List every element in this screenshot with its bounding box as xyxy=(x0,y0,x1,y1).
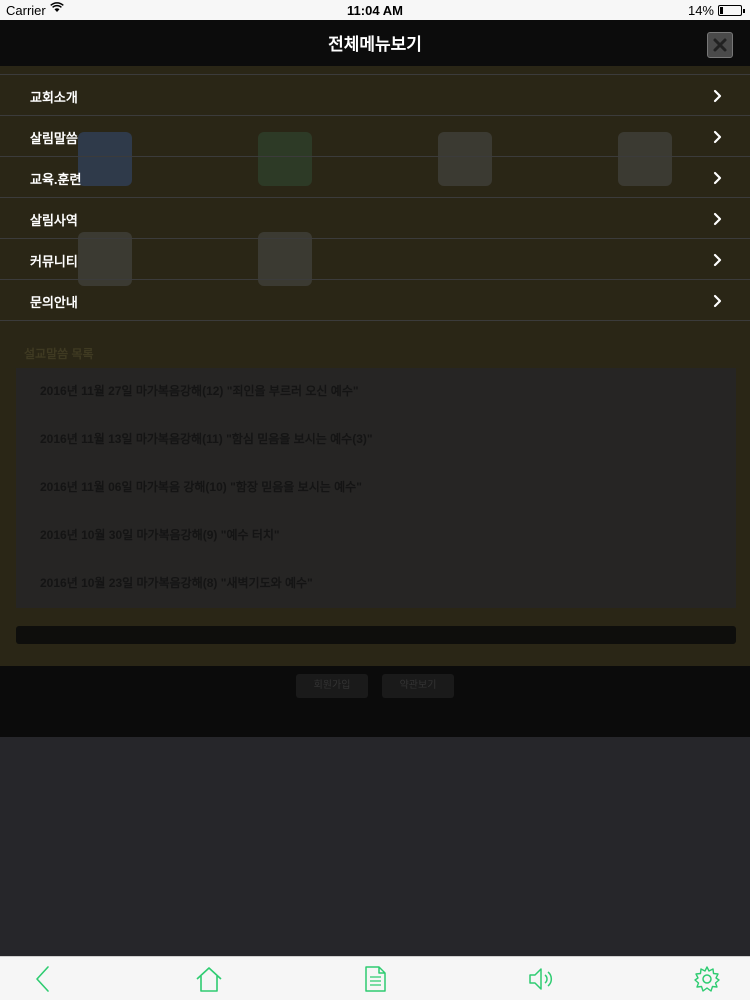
document-icon xyxy=(365,966,386,992)
back-button[interactable] xyxy=(28,964,58,994)
close-button[interactable] xyxy=(707,32,733,58)
battery-icon xyxy=(718,5,745,16)
chevron-right-icon xyxy=(713,130,722,144)
menu-item-church-intro[interactable]: 교회소개 xyxy=(0,75,750,116)
sermon-item: 2016년 10월 30일 마가복음강해(9) "예수 터치" xyxy=(40,528,280,542)
speaker-icon xyxy=(529,968,553,990)
main-menu: 교회소개 살림말씀 교육.훈련 살림사역 커뮤니티 문의안내 xyxy=(0,74,750,321)
sermon-item: 2016년 11월 13일 마가복음강해(11) "함심 믿음을 보시는 예수(… xyxy=(40,432,373,446)
chevron-right-icon xyxy=(713,294,722,308)
menu-item-sermons[interactable]: 살림말씀 xyxy=(0,116,750,157)
sermon-item: 2016년 10월 23일 마가복음강해(8) "새벽기도와 예수" xyxy=(40,576,313,590)
audio-button[interactable] xyxy=(526,964,556,994)
notice-bar xyxy=(16,626,736,644)
sermon-item: 2016년 11월 06일 마가복음 강해(10) "함장 믿음을 보시는 예수… xyxy=(40,480,362,494)
menu-item-education[interactable]: 교육.훈련 xyxy=(0,157,750,198)
status-bar: Carrier 11:04 AM 14% xyxy=(0,0,750,20)
menu-item-label: 교회소개 xyxy=(30,90,78,105)
menu-item-ministry[interactable]: 살림사역 xyxy=(0,198,750,239)
menu-item-community[interactable]: 커뮤니티 xyxy=(0,239,750,280)
sermon-list: 2016년 11월 27일 마가복음강해(12) "죄인을 부르러 오신 예수"… xyxy=(16,368,736,608)
menu-title: 전체메뉴보기 xyxy=(328,35,422,54)
settings-button[interactable] xyxy=(692,964,722,994)
clock: 11:04 AM xyxy=(347,3,403,18)
menu-item-label: 커뮤니티 xyxy=(30,254,78,269)
sermon-list-title: 설교말씀 목록 xyxy=(24,347,94,361)
chevron-right-icon xyxy=(713,89,722,103)
chevron-right-icon xyxy=(713,253,722,267)
chevron-right-icon xyxy=(713,171,722,185)
menu-item-label: 교육.훈련 xyxy=(30,172,82,187)
chevron-right-icon xyxy=(713,212,722,226)
menu-item-contact[interactable]: 문의안내 xyxy=(0,280,750,321)
sermon-item: 2016년 11월 27일 마가복음강해(12) "죄인을 부르러 오신 예수" xyxy=(40,384,359,398)
back-icon xyxy=(36,966,49,992)
background-footer: 회원가입 약관보기 xyxy=(0,666,750,737)
close-icon xyxy=(713,38,727,52)
terms-button: 약관보기 xyxy=(382,674,454,698)
home-icon xyxy=(196,967,222,992)
battery-percent: 14% xyxy=(687,3,714,18)
menu-item-label: 살림말씀 xyxy=(30,131,78,146)
document-button[interactable] xyxy=(360,964,390,994)
signup-button: 회원가입 xyxy=(296,674,368,698)
menu-item-label: 문의안내 xyxy=(30,295,78,310)
bottom-toolbar xyxy=(0,956,750,1000)
settings-icon xyxy=(694,966,720,992)
menu-item-label: 살림사역 xyxy=(30,213,78,228)
home-button[interactable] xyxy=(194,964,224,994)
